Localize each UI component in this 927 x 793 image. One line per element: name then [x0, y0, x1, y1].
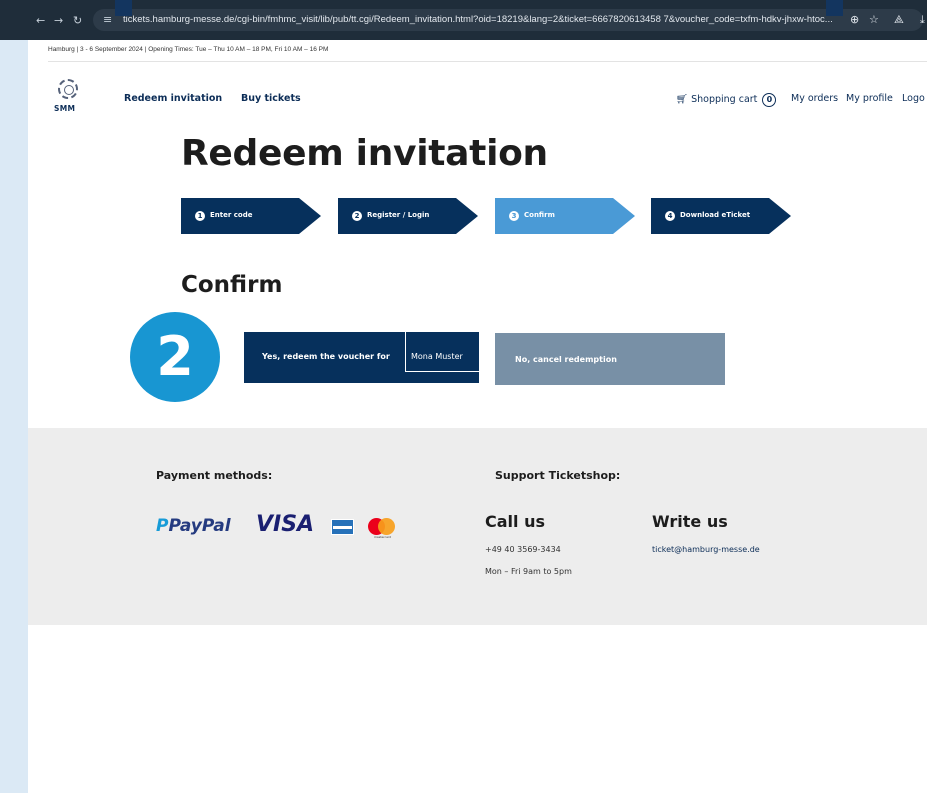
- cart-count-badge: 0: [762, 93, 777, 107]
- step-number: 3: [509, 211, 519, 221]
- browser-toolbar: ← → ↻ ≡ tickets.hamburg-messe.de/cgi-bin…: [28, 0, 927, 40]
- my-orders-link[interactable]: My orders: [791, 93, 838, 104]
- step-number: 4: [665, 211, 675, 221]
- site-info-icon[interactable]: ≡: [103, 14, 112, 25]
- extensions-icon[interactable]: ⟁: [894, 14, 904, 25]
- nav-redeem-invitation[interactable]: Redeem invitation: [124, 93, 222, 104]
- reload-icon[interactable]: ↻: [73, 15, 82, 26]
- logout-link[interactable]: Logo: [902, 93, 925, 104]
- redeem-voucher-button[interactable]: Yes, redeem the voucher for Mona Muster: [244, 332, 479, 383]
- amex-logo-icon: [331, 519, 354, 535]
- translate-icon[interactable]: ⊕: [850, 14, 859, 25]
- forward-icon[interactable]: →: [54, 15, 63, 26]
- support-email-link[interactable]: ticket@hamburg-messe.de: [652, 545, 760, 554]
- section-title: Confirm: [181, 272, 283, 298]
- download-icon[interactable]: ⤓: [920, 14, 925, 25]
- web-page: Hamburg | 3 - 6 September 2024 | Opening…: [28, 40, 927, 793]
- cancel-button-label: No, cancel redemption: [515, 355, 617, 364]
- recipient-name-box: Mona Muster: [405, 332, 479, 372]
- highlight-marker-left: [115, 0, 132, 16]
- phone-number[interactable]: +49 40 3569-3434: [485, 545, 561, 554]
- step-badge: 2: [130, 312, 220, 402]
- step-label: Enter code: [210, 211, 253, 219]
- divider: [48, 61, 927, 62]
- window-edge: [0, 0, 28, 40]
- shopping-cart-link[interactable]: 🛒︎ Shopping cart 0: [676, 93, 777, 107]
- logo-text: SMM: [54, 104, 76, 113]
- cancel-redemption-button[interactable]: No, cancel redemption: [495, 333, 725, 385]
- back-icon[interactable]: ←: [36, 15, 45, 26]
- visa-logo: VISA: [256, 512, 315, 537]
- step-label: Confirm: [524, 211, 555, 219]
- step-enter-code: 1 Enter code: [181, 198, 321, 234]
- step-download-eticket: 4 Download eTicket: [651, 198, 791, 234]
- step-register-login: 2 Register / Login: [338, 198, 478, 234]
- support-hours: Mon – Fri 9am to 5pm: [485, 567, 572, 576]
- bookmark-star-icon[interactable]: ☆: [869, 14, 879, 25]
- recipient-name: Mona Muster: [411, 352, 463, 361]
- cart-icon: 🛒︎: [676, 94, 689, 105]
- page-title: Redeem invitation: [181, 133, 548, 174]
- paypal-logo: PPayPal: [156, 516, 231, 536]
- mastercard-logo: mastercard: [368, 518, 402, 539]
- footer: Payment methods: PPayPal VISA mastercard…: [28, 428, 927, 625]
- smm-logo[interactable]: SMM: [50, 79, 90, 115]
- left-margin: [0, 40, 28, 793]
- cart-label: Shopping cart: [691, 94, 758, 105]
- support-heading: Support Ticketshop:: [495, 469, 621, 482]
- nav-buy-tickets[interactable]: Buy tickets: [241, 93, 301, 104]
- step-number: 2: [352, 211, 362, 221]
- gear-logo-icon: [58, 79, 78, 99]
- payment-methods-heading: Payment methods:: [156, 469, 273, 482]
- event-info-bar: Hamburg | 3 - 6 September 2024 | Opening…: [48, 46, 329, 53]
- step-confirm: 3 Confirm: [495, 198, 635, 234]
- url-text[interactable]: tickets.hamburg-messe.de/cgi-bin/fmhmc_v…: [123, 14, 833, 25]
- highlight-marker-right: [826, 0, 843, 16]
- my-profile-link[interactable]: My profile: [846, 93, 893, 104]
- redeem-button-label: Yes, redeem the voucher for: [262, 352, 390, 361]
- step-label: Download eTicket: [680, 211, 751, 219]
- step-number: 1: [195, 211, 205, 221]
- call-us-heading: Call us: [485, 512, 545, 531]
- write-us-heading: Write us: [652, 512, 728, 531]
- step-label: Register / Login: [367, 211, 430, 219]
